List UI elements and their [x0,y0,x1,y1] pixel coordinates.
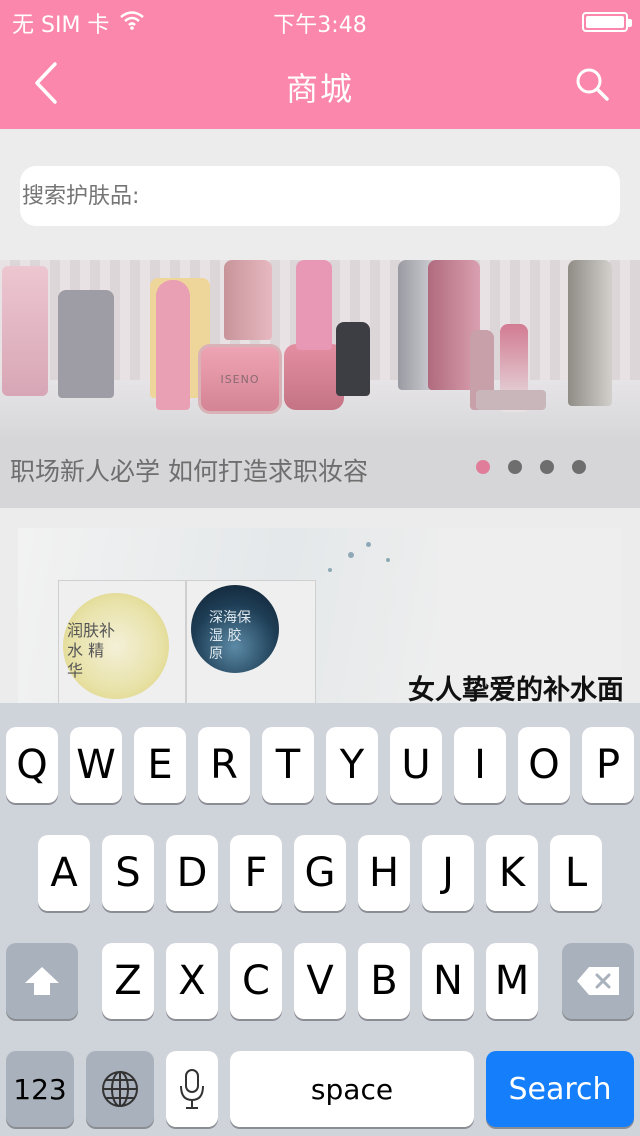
key-y[interactable]: Y [326,727,378,803]
key-g[interactable]: G [294,835,346,911]
battery-icon [582,12,632,32]
nav-search-button[interactable] [568,60,616,108]
key-u[interactable]: U [390,727,442,803]
search-bar [0,129,640,260]
globe-key[interactable] [86,1051,154,1127]
key-h[interactable]: H [358,835,410,911]
banner-caption: 职场新人必学 如何打造求职妆容 [10,457,368,486]
key-l[interactable]: L [550,835,602,911]
key-o[interactable]: O [518,727,570,803]
key-d[interactable]: D [166,835,218,911]
mask-package-2: 深海保湿 胶原 [186,580,316,704]
key-i[interactable]: I [454,727,506,803]
key-a[interactable]: A [38,835,90,911]
status-bar: 无 SIM 卡 下午3:48 [0,0,640,40]
status-time: 下午3:48 [273,13,367,38]
space-key[interactable]: space [230,1051,474,1127]
product-card-title: 女人挚爱的补水面 [408,675,622,704]
key-x[interactable]: X [166,943,218,1019]
mask-package-1: 润肤补水 精华 [58,580,186,704]
key-e[interactable]: E [134,727,186,803]
key-q[interactable]: Q [6,727,58,803]
shift-arrow-icon [25,967,59,995]
backspace-icon [577,967,619,995]
page-dot-3[interactable] [540,460,554,474]
mask-text-1: 润肤补水 精华 [67,621,116,680]
page-dot-4[interactable] [572,460,586,474]
page-dot-1[interactable] [476,460,490,474]
key-j[interactable]: J [422,835,474,911]
key-w[interactable]: W [70,727,122,803]
promo-banner[interactable]: ISENO 职场新人必学 如何打造求职妆容 [0,260,640,508]
search-icon [576,68,609,101]
dictation-key[interactable] [166,1051,218,1127]
key-r[interactable]: R [198,727,250,803]
globe-icon [102,1071,138,1107]
delete-key[interactable] [562,943,634,1019]
app-header: 无 SIM 卡 下午3:48 商城 [0,0,640,129]
page-dot-2[interactable] [508,460,522,474]
page-indicator[interactable] [476,460,586,474]
shift-key[interactable] [6,943,78,1019]
key-n[interactable]: N [422,943,474,1019]
key-m[interactable]: M [486,943,538,1019]
key-s[interactable]: S [102,835,154,911]
search-key[interactable]: Search [486,1051,634,1127]
key-b[interactable]: B [358,943,410,1019]
search-input[interactable] [20,166,620,226]
numbers-key[interactable]: 123 [6,1051,74,1127]
product-card[interactable]: 润肤补水 精华 深海保湿 胶原 女人挚爱的补水面 [18,528,622,704]
key-p[interactable]: P [582,727,634,803]
key-v[interactable]: V [294,943,346,1019]
key-t[interactable]: T [262,727,314,803]
key-z[interactable]: Z [102,943,154,1019]
banner-brand-text: ISENO [220,373,260,386]
microphone-icon [180,1069,204,1109]
page-title: 商城 [285,70,354,108]
key-c[interactable]: C [230,943,282,1019]
key-k[interactable]: K [486,835,538,911]
mask-text-2: 深海保湿 胶原 [209,610,251,662]
key-f[interactable]: F [230,835,282,911]
nav-bar: 商城 [0,40,640,129]
keyboard: Q W E R T Y U I O P A S D F G H J K L Z … [0,703,640,1136]
